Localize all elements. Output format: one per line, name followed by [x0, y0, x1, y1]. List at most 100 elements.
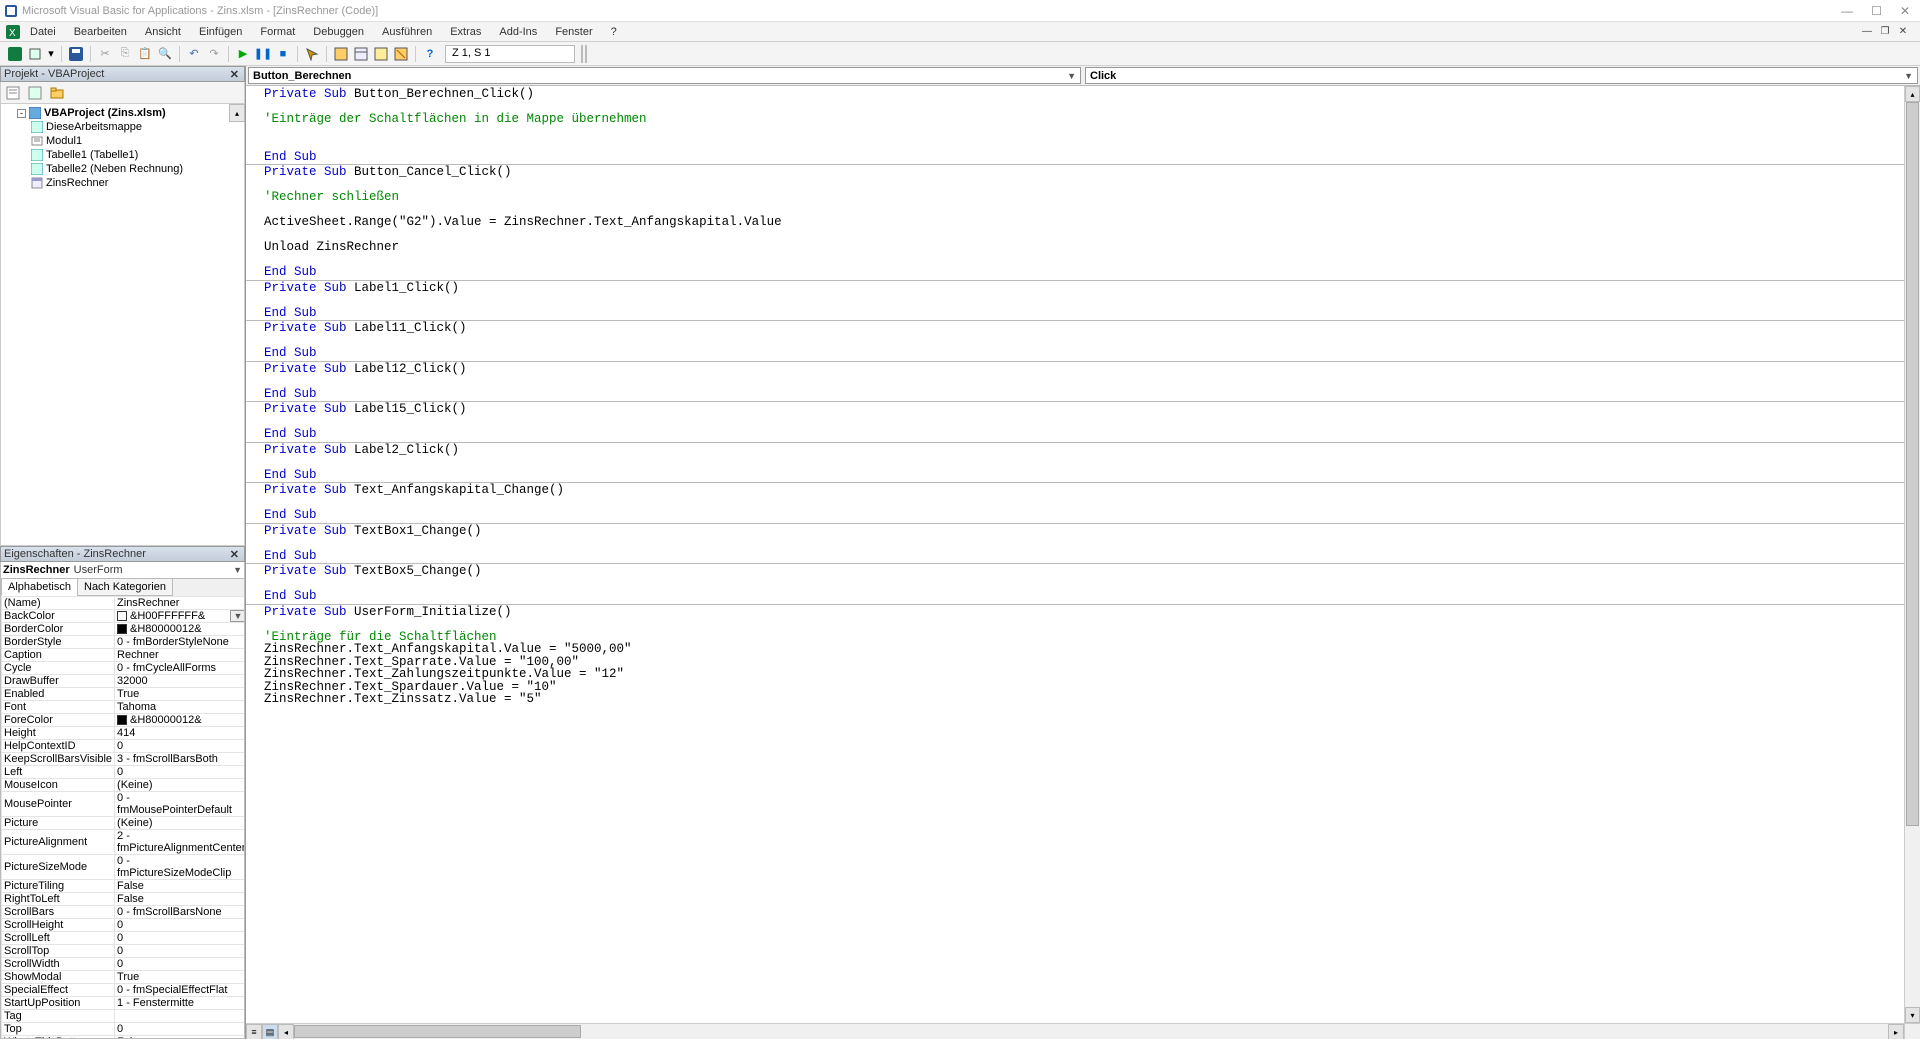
- code-line[interactable]: Private Sub Label15_Click(): [264, 403, 1904, 416]
- property-value[interactable]: Tahoma: [115, 701, 245, 714]
- reset-icon[interactable]: ■: [274, 45, 292, 63]
- property-value[interactable]: 0 - fmMousePointerDefault: [115, 792, 245, 817]
- property-row[interactable]: PictureSizeMode0 - fmPictureSizeModeClip: [2, 855, 246, 880]
- project-tree[interactable]: - VBAProject (Zins.xlsm) DieseArbeitsmap…: [0, 104, 245, 546]
- property-value[interactable]: 2 - fmPictureAlignmentCenter: [115, 830, 245, 855]
- property-row[interactable]: StartUpPosition1 - Fenstermitte: [2, 997, 246, 1010]
- code-line[interactable]: Private Sub Label1_Click(): [264, 282, 1904, 295]
- code-line[interactable]: [264, 294, 1904, 307]
- property-row[interactable]: Tag: [2, 1010, 246, 1023]
- code-line[interactable]: 'Rechner schließen: [264, 191, 1904, 204]
- property-value[interactable]: 0 - fmBorderStyleNone: [115, 636, 245, 649]
- code-line[interactable]: [264, 456, 1904, 469]
- mdi-minimize[interactable]: —: [1860, 26, 1874, 37]
- props-object-selector[interactable]: ZinsRechner UserForm ▼: [0, 562, 245, 579]
- property-row[interactable]: RightToLeftFalse: [2, 893, 246, 906]
- toggle-folders-icon[interactable]: [49, 85, 65, 101]
- code-line[interactable]: End Sub: [264, 590, 1904, 603]
- project-root[interactable]: - VBAProject (Zins.xlsm): [17, 106, 242, 120]
- code-line[interactable]: [264, 335, 1904, 348]
- code-line[interactable]: Private Sub Label2_Click(): [264, 444, 1904, 457]
- menu-bearbeiten[interactable]: Bearbeiten: [66, 24, 135, 40]
- property-row[interactable]: ScrollBars0 - fmScrollBarsNone: [2, 906, 246, 919]
- code-line[interactable]: End Sub: [264, 388, 1904, 401]
- code-line[interactable]: Unload ZinsRechner: [264, 241, 1904, 254]
- menu-debuggen[interactable]: Debuggen: [305, 24, 372, 40]
- code-line[interactable]: ZinsRechner.Text_Zahlungszeitpunkte.Valu…: [264, 668, 1904, 681]
- project-tree-item[interactable]: Modul1: [31, 134, 242, 148]
- property-row[interactable]: Height414: [2, 727, 246, 740]
- code-editor[interactable]: Private Sub Button_Berechnen_Click() 'Ei…: [246, 86, 1904, 1023]
- property-value[interactable]: (Keine): [115, 817, 245, 830]
- property-row[interactable]: ShowModalTrue: [2, 971, 246, 984]
- property-value[interactable]: 3 - fmScrollBarsBoth: [115, 753, 245, 766]
- property-row[interactable]: EnabledTrue: [2, 688, 246, 701]
- object-browser-icon[interactable]: [372, 45, 390, 63]
- code-line[interactable]: End Sub: [264, 266, 1904, 279]
- maximize-button[interactable]: ☐: [1871, 4, 1882, 18]
- dropdown-arrow-icon[interactable]: ▾: [46, 45, 56, 63]
- code-line[interactable]: ZinsRechner.Text_Zinssatz.Value = "5": [264, 693, 1904, 706]
- code-line[interactable]: [264, 375, 1904, 388]
- code-line[interactable]: [264, 578, 1904, 591]
- menu-fenster[interactable]: Fenster: [547, 24, 600, 40]
- chevron-down-icon[interactable]: ▼: [230, 610, 245, 622]
- code-line[interactable]: End Sub: [264, 347, 1904, 360]
- property-row[interactable]: WhatsThisButtonFalse: [2, 1036, 246, 1039]
- code-line[interactable]: Private Sub Label12_Click(): [264, 363, 1904, 376]
- project-tree-item[interactable]: DieseArbeitsmappe: [31, 120, 242, 134]
- project-tree-item[interactable]: Tabelle2 (Neben Rechnung): [31, 162, 242, 176]
- design-mode-icon[interactable]: [303, 45, 321, 63]
- code-line[interactable]: Private Sub Text_Anfangskapital_Change(): [264, 484, 1904, 497]
- code-line[interactable]: [264, 618, 1904, 631]
- menu-help[interactable]: ?: [603, 24, 625, 40]
- property-row[interactable]: PictureAlignment2 - fmPictureAlignmentCe…: [2, 830, 246, 855]
- mdi-close[interactable]: ✕: [1896, 26, 1910, 37]
- code-line[interactable]: [264, 126, 1904, 139]
- project-explorer-icon[interactable]: [332, 45, 350, 63]
- code-line[interactable]: [264, 497, 1904, 510]
- code-line[interactable]: End Sub: [264, 428, 1904, 441]
- mdi-restore[interactable]: ❐: [1878, 26, 1892, 37]
- paste-icon[interactable]: 📋: [136, 45, 154, 63]
- project-tree-item[interactable]: Tabelle1 (Tabelle1): [31, 148, 242, 162]
- property-value[interactable]: ZinsRechner: [115, 597, 245, 610]
- project-tree-item[interactable]: ZinsRechner: [31, 176, 242, 190]
- property-value[interactable]: 32000: [115, 675, 245, 688]
- save-icon[interactable]: [67, 45, 85, 63]
- tab-categorized[interactable]: Nach Kategorien: [77, 579, 173, 596]
- property-row[interactable]: ScrollTop0: [2, 945, 246, 958]
- property-row[interactable]: ScrollLeft0: [2, 932, 246, 945]
- code-line[interactable]: Private Sub Label11_Click(): [264, 322, 1904, 335]
- property-value[interactable]: &H00FFFFFF&▼: [115, 610, 245, 623]
- property-row[interactable]: BackColor&H00FFFFFF&▼: [2, 610, 246, 623]
- object-combo[interactable]: Button_Berechnen ▼: [248, 67, 1081, 84]
- property-row[interactable]: MouseIcon(Keine): [2, 779, 246, 792]
- scroll-right-icon[interactable]: ▸: [1888, 1024, 1904, 1039]
- procedure-view-icon[interactable]: ≡: [246, 1024, 262, 1039]
- property-row[interactable]: Picture(Keine): [2, 817, 246, 830]
- cut-icon[interactable]: ✂: [96, 45, 114, 63]
- menu-addins[interactable]: Add-Ins: [491, 24, 545, 40]
- menu-format[interactable]: Format: [252, 24, 303, 40]
- view-code-icon[interactable]: [5, 85, 21, 101]
- code-line[interactable]: [264, 229, 1904, 242]
- property-value[interactable]: 0 - fmSpecialEffectFlat: [115, 984, 245, 997]
- property-row[interactable]: Top0: [2, 1023, 246, 1036]
- props-grid[interactable]: (Name)ZinsRechnerBackColor&H00FFFFFF&▼Bo…: [0, 596, 245, 1039]
- vertical-scrollbar[interactable]: ▴ ▾: [1904, 86, 1920, 1023]
- code-line[interactable]: [264, 138, 1904, 151]
- menu-einfuegen[interactable]: Einfügen: [191, 24, 250, 40]
- property-row[interactable]: HelpContextID0: [2, 740, 246, 753]
- view-object-icon[interactable]: [27, 85, 43, 101]
- toolbox-icon[interactable]: [392, 45, 410, 63]
- code-line[interactable]: [264, 416, 1904, 429]
- copy-icon[interactable]: ⎘: [116, 45, 134, 63]
- property-value[interactable]: False: [115, 1036, 245, 1039]
- property-value[interactable]: 0: [115, 766, 245, 779]
- menu-ausfuehren[interactable]: Ausführen: [374, 24, 440, 40]
- property-row[interactable]: Cycle0 - fmCycleAllForms: [2, 662, 246, 675]
- minimize-button[interactable]: —: [1841, 4, 1853, 18]
- horizontal-scrollbar[interactable]: ≡ ▤ ◂ ▸: [246, 1023, 1904, 1039]
- code-line[interactable]: Private Sub Button_Cancel_Click(): [264, 166, 1904, 179]
